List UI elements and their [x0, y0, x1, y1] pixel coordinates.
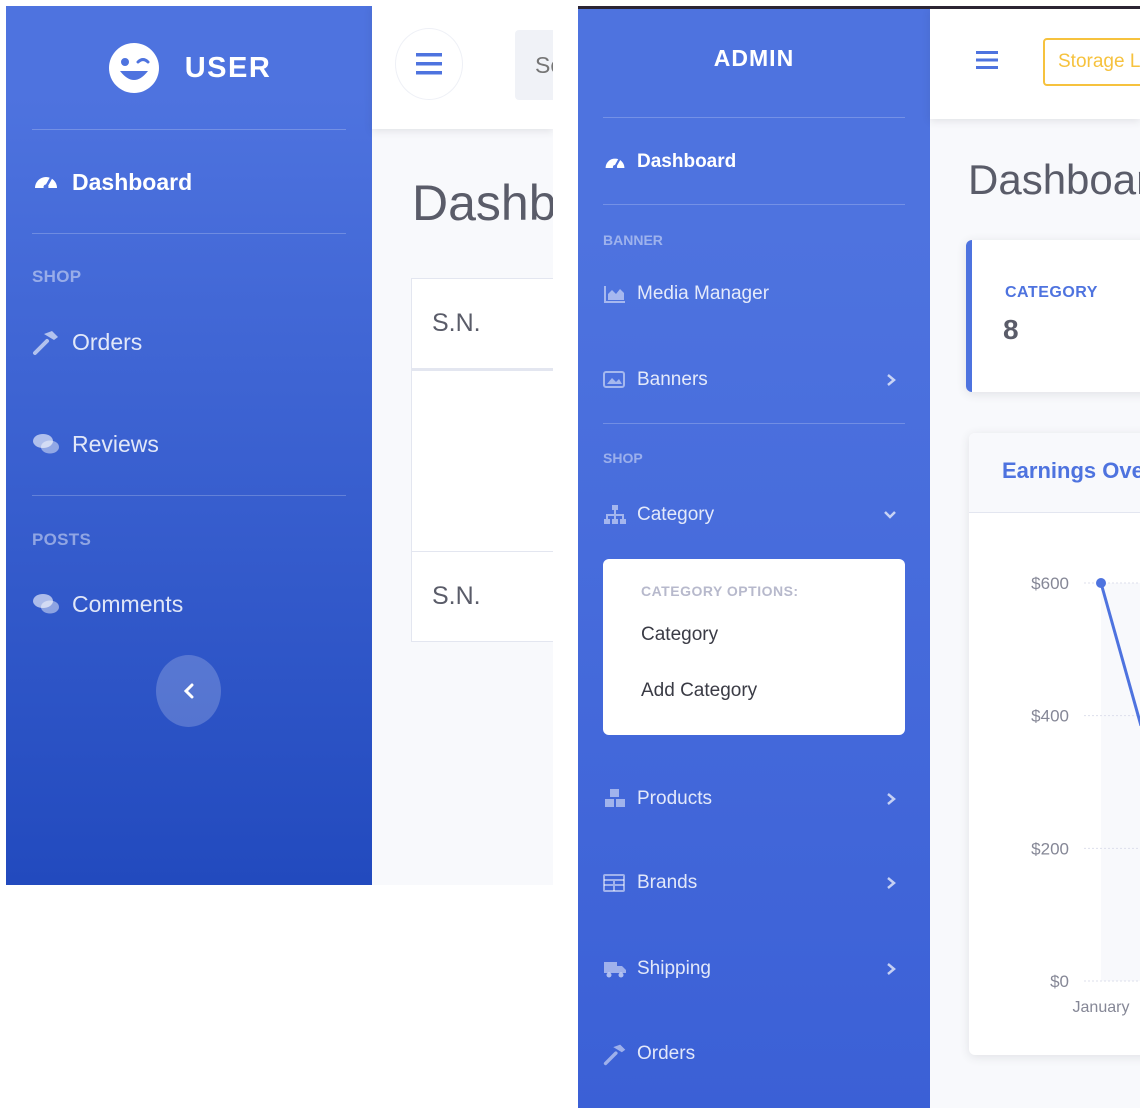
sidebar-item-dashboard[interactable]: Dashboard [32, 168, 192, 196]
comments-icon [33, 594, 59, 614]
image-icon [603, 371, 625, 388]
comments-icon [33, 434, 59, 454]
sidebar-item-label: Products [637, 788, 712, 809]
sidebar-divider [32, 495, 346, 496]
earnings-line-chart: $600 $400 $200 $0January [1031, 574, 1140, 1016]
sidebar-brand[interactable]: ADMIN [578, 45, 930, 72]
sidebar-item-label: Orders [637, 1043, 696, 1064]
sidebar-item-label: Brands [637, 872, 698, 893]
cubes-icon [605, 789, 625, 807]
sidebar-item-label: Media Manager [637, 283, 770, 304]
sidebar-item-label: Dashboard [72, 168, 193, 195]
brand-name: USER [184, 51, 272, 84]
sidebar-brand[interactable]: USER [6, 6, 372, 130]
sidebar-divider [32, 129, 346, 130]
sidebar-item-label: Category [637, 504, 715, 525]
tachometer-icon [35, 177, 57, 190]
sidebar-item-products[interactable]: Products [603, 784, 905, 814]
sidebar-item-category[interactable]: Category [603, 500, 905, 530]
y-tick-label: $200 [1031, 839, 1069, 858]
sidebar-item-orders[interactable]: Orders [603, 1039, 905, 1069]
tachometer-icon [605, 158, 625, 170]
menu-icon[interactable] [976, 51, 998, 69]
search-input[interactable] [515, 30, 553, 100]
submenu-heading: CATEGORY OPTIONS: [641, 583, 799, 599]
table-icon [603, 874, 625, 892]
menu-icon [416, 53, 442, 75]
sidebar-heading-shop: SHOP [32, 267, 82, 286]
stat-card-label: CATEGORY [1005, 284, 1098, 301]
sidebar-toggle-button[interactable] [156, 655, 221, 727]
sidebar-divider [603, 117, 905, 118]
table-footer-sn: S.N. [432, 582, 481, 610]
chevron-right-icon [887, 963, 896, 975]
page-title: Dashboard [968, 156, 1140, 203]
laugh-wink-icon [108, 43, 159, 93]
chart-card-header: Earnings Overview [969, 433, 1140, 513]
chart-title: Earnings Overview [1002, 458, 1140, 483]
sidebar-item-comments[interactable]: Comments [32, 590, 183, 618]
sidebar-item-reviews[interactable]: Reviews [32, 430, 159, 458]
sitemap-icon [604, 505, 626, 524]
table-header-sn: S.N. [432, 309, 481, 337]
table-header-row: S.N. [412, 279, 553, 369]
sidebar-item-label: Banners [637, 369, 708, 390]
storage-link-button[interactable]: Storage Link [1043, 38, 1140, 86]
sidebar-toggle-top-button[interactable] [396, 29, 462, 99]
sidebar-item-label: Dashboard [637, 151, 737, 172]
sidebar-divider [603, 204, 905, 205]
sidebar-item-brands[interactable]: Brands [603, 868, 905, 898]
chevron-left-icon [183, 683, 193, 699]
search-box [515, 30, 553, 100]
topbar [372, 6, 553, 129]
sidebar-item-label: Comments [72, 590, 184, 617]
sidebar-heading-posts: POSTS [32, 530, 92, 549]
stat-card-value: 8 [1003, 314, 1019, 345]
user-sidebar: USER Dashboard SHOP Orders Reviews POSTS… [6, 6, 372, 885]
submenu-item-add-category[interactable]: Add Category [641, 680, 757, 702]
table-footer-row: S.N. [412, 552, 553, 642]
y-tick-label: $0 [1050, 972, 1069, 991]
admin-sidebar: ADMIN Dashboard BANNER Media Manager Ban… [578, 9, 930, 1108]
y-tick-label: $400 [1031, 707, 1069, 726]
sidebar-heading-banner: BANNER [603, 232, 663, 248]
topbar: Storage Link [930, 9, 1140, 119]
sidebar-item-orders[interactable]: Orders [32, 328, 142, 356]
sidebar-item-label: Shipping [637, 958, 711, 979]
hammer-icon [33, 331, 58, 355]
category-stat-card: CATEGORY 8 [966, 240, 1140, 392]
sidebar-item-media-manager[interactable]: Media Manager [603, 279, 905, 309]
chevron-right-icon [887, 877, 896, 889]
hammer-icon [603, 1044, 626, 1066]
sidebar-item-banners[interactable]: Banners [603, 365, 905, 395]
data-point [1096, 578, 1106, 588]
truck-icon [604, 962, 626, 978]
x-tick-label: January [1073, 999, 1130, 1016]
plot-area [1101, 583, 1140, 981]
table-body [412, 369, 553, 552]
user-dashboard-screenshot: USER Dashboard SHOP Orders Reviews POSTS… [6, 6, 553, 885]
sidebar-item-label: Reviews [72, 430, 159, 457]
chevron-right-icon [887, 374, 896, 386]
admin-dashboard-screenshot: ADMIN Dashboard BANNER Media Manager Ban… [578, 6, 1140, 1108]
earnings-chart-card: Earnings Overview $600 $400 $200 $0January [969, 433, 1140, 1055]
sidebar-heading-shop: SHOP [603, 450, 643, 466]
y-tick-label: $600 [1031, 574, 1069, 593]
chevron-right-icon [887, 793, 896, 805]
sidebar-item-shipping[interactable]: Shipping [603, 954, 905, 984]
sidebar-divider [32, 233, 346, 234]
sidebar-item-label: Orders [72, 328, 143, 355]
sidebar-divider [603, 423, 905, 424]
category-submenu: CATEGORY OPTIONS: Category Add Category [603, 559, 905, 735]
chart-area-icon [604, 286, 625, 303]
chevron-down-icon [884, 511, 896, 519]
submenu-item-category[interactable]: Category [641, 624, 718, 646]
page-title: Dashboard [412, 175, 553, 231]
sidebar-item-dashboard[interactable]: Dashboard [603, 147, 905, 177]
data-table: S.N. S.N. [411, 278, 553, 642]
